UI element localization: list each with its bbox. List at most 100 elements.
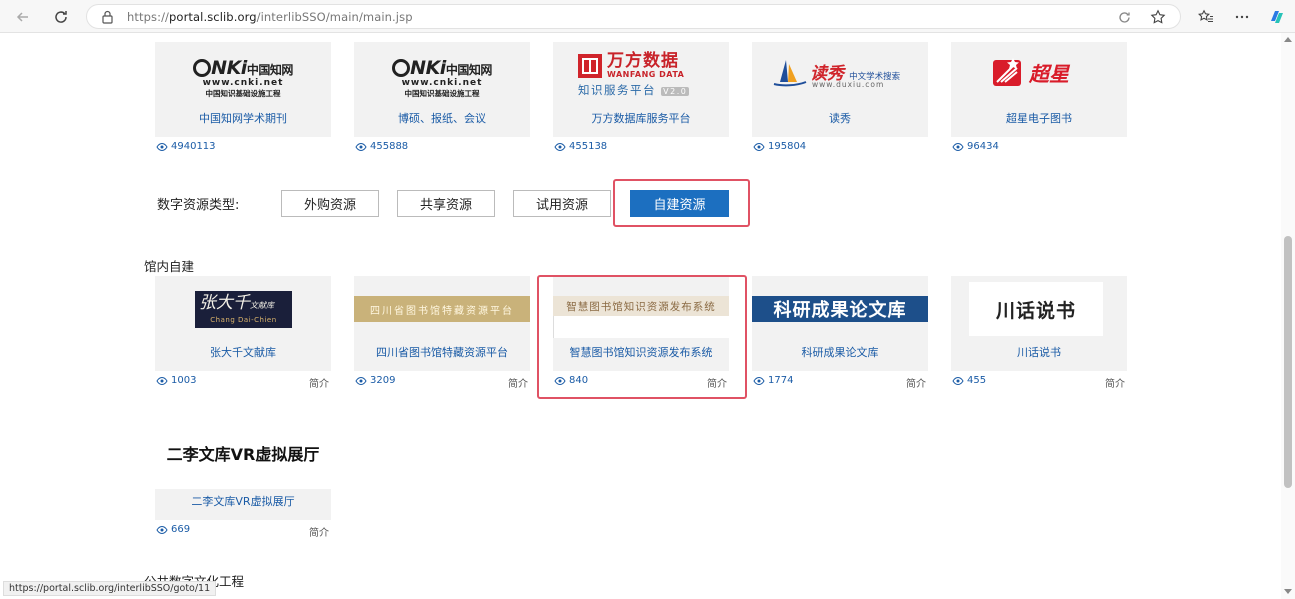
resource-title[interactable]: 川话说书 bbox=[951, 344, 1127, 360]
resource-title[interactable]: 读秀 bbox=[752, 110, 928, 126]
read-aloud-icon[interactable] bbox=[1117, 10, 1132, 25]
favorite-star-icon[interactable] bbox=[1150, 9, 1166, 25]
resource-title[interactable]: 二李文库VR虚拟展厅 bbox=[155, 493, 331, 509]
resource-meta: 4940113 bbox=[155, 138, 331, 154]
cnki-cn-label: 中国知网 bbox=[246, 63, 294, 77]
resource-title[interactable]: 博硕、报纸、会议 bbox=[354, 110, 530, 126]
wanfang-logo-mark bbox=[578, 53, 602, 78]
resource-card-research-papers[interactable]: 科研成果论文库 科研成果论文库 1774 简介 bbox=[752, 276, 928, 390]
research-papers-logo-text: 科研成果论文库 bbox=[773, 300, 907, 321]
status-bar-url: https://portal.sclib.org/interlibSSO/got… bbox=[3, 581, 217, 596]
duxiu-url-text: www.duxiu.com bbox=[812, 80, 885, 89]
cnki-url-text: www.cnki.net bbox=[401, 78, 483, 88]
resource-card-sichuan-storytelling[interactable]: 川话说书 川话说书 455 简介 bbox=[951, 276, 1127, 390]
resource-card-cnki-journals[interactable]: NKi中国知网 www.cnki.net 中国知识基础设施工程 中国知网学术期刊… bbox=[155, 42, 331, 154]
back-icon[interactable] bbox=[12, 6, 34, 28]
resource-title[interactable]: 万方数据库服务平台 bbox=[553, 110, 729, 126]
resource-card-wanfang[interactable]: 万方数据 WANFANG DATA 知识服务平台 V2.0 万方数据库服务平台 … bbox=[553, 42, 729, 154]
view-count: 1774 bbox=[753, 375, 793, 386]
resource-title[interactable]: 科研成果论文库 bbox=[752, 344, 928, 360]
resource-meta: 195804 bbox=[752, 138, 928, 154]
resource-meta: 1003 简介 bbox=[155, 372, 331, 390]
eye-icon bbox=[554, 142, 566, 151]
resource-meta: 455138 bbox=[553, 138, 729, 154]
storytelling-logo: 川话说书 bbox=[969, 282, 1103, 336]
resource-thumbnail[interactable]: 读秀 中文学术搜索 www.duxiu.com 读秀 bbox=[752, 42, 928, 137]
view-count-value: 669 bbox=[171, 524, 191, 535]
resource-thumbnail[interactable]: 张大千文献库 Chang Dai-Chien 张大千文献库 bbox=[155, 276, 331, 371]
intro-link[interactable]: 简介 bbox=[1105, 375, 1125, 390]
reload-icon[interactable] bbox=[50, 6, 72, 28]
address-bar[interactable]: https://portal.sclib.org/interlibSSO/mai… bbox=[86, 4, 1181, 29]
favorites-icon[interactable] bbox=[1195, 6, 1217, 28]
resource-thumbnail[interactable]: NKi中国知网 www.cnki.net 中国知识基础设施工程 中国知网学术期刊 bbox=[155, 42, 331, 137]
resource-thumbnail[interactable]: 二李文库VR虚拟展厅 bbox=[155, 489, 331, 520]
view-count-value: 1003 bbox=[171, 375, 197, 386]
eye-icon bbox=[156, 525, 168, 534]
vertical-scrollbar[interactable] bbox=[1281, 33, 1295, 599]
resource-thumbnail[interactable]: 四川省图书馆特藏资源平台 四川省图书馆特藏资源平台 bbox=[354, 276, 530, 371]
cnki-logo: NKi中国知网 www.cnki.net 中国知识基础设施工程 bbox=[382, 57, 502, 99]
highlight-box-filter bbox=[613, 179, 750, 227]
resource-card-sichuan-special[interactable]: 四川省图书馆特藏资源平台 四川省图书馆特藏资源平台 3209 简介 bbox=[354, 276, 530, 390]
resource-title[interactable]: 中国知网学术期刊 bbox=[155, 110, 331, 126]
resource-type-label: 数字资源类型: bbox=[157, 198, 240, 213]
resource-card-duxiu[interactable]: 读秀 中文学术搜索 www.duxiu.com 读秀 195804 bbox=[752, 42, 928, 154]
page-content: NKi中国知网 www.cnki.net 中国知识基础设施工程 中国知网学术期刊… bbox=[0, 33, 1281, 599]
filter-shared-button[interactable]: 共享资源 bbox=[397, 190, 495, 217]
intro-link[interactable]: 简介 bbox=[309, 524, 329, 539]
resource-card-vr-hall[interactable]: 二李文库VR虚拟展厅 669 简介 bbox=[155, 489, 331, 539]
lock-icon[interactable] bbox=[101, 10, 114, 24]
view-count: 455888 bbox=[355, 141, 408, 152]
resource-card-cnki-theses[interactable]: NKi中国知网 www.cnki.net 中国知识基础设施工程 博硕、报纸、会议… bbox=[354, 42, 530, 154]
more-options-icon[interactable] bbox=[1231, 6, 1253, 28]
cnki-url-text: www.cnki.net bbox=[202, 78, 284, 88]
filter-purchased-button[interactable]: 外购资源 bbox=[281, 190, 379, 217]
eye-icon bbox=[753, 376, 765, 385]
sichuan-special-logo-text: 四川省图书馆特藏资源平台 bbox=[370, 305, 514, 317]
resource-card-zhangdaqian[interactable]: 张大千文献库 Chang Dai-Chien 张大千文献库 1003 简介 bbox=[155, 276, 331, 390]
zhangdaqian-logo-small: 文献库 bbox=[250, 301, 274, 310]
intro-link[interactable]: 简介 bbox=[309, 375, 329, 390]
resource-meta: 3209 简介 bbox=[354, 372, 530, 390]
zhangdaqian-logo-en: Chang Dai-Chien bbox=[210, 316, 277, 324]
resource-thumbnail[interactable]: 超星 超星电子图书 bbox=[951, 42, 1127, 137]
copilot-icon[interactable] bbox=[1266, 6, 1288, 28]
filter-trial-button[interactable]: 试用资源 bbox=[513, 190, 611, 217]
wanfang-logo: 万方数据 WANFANG DATA 知识服务平台 V2.0 bbox=[578, 51, 690, 98]
cnki-slogan-text: 中国知识基础设施工程 bbox=[205, 89, 281, 98]
scroll-up-icon[interactable] bbox=[1284, 37, 1292, 42]
resource-thumbnail[interactable]: 万方数据 WANFANG DATA 知识服务平台 V2.0 万方数据库服务平台 bbox=[553, 42, 729, 137]
resource-title[interactable]: 四川省图书馆特藏资源平台 bbox=[354, 344, 530, 360]
view-count-value: 96434 bbox=[967, 141, 999, 152]
vr-hall-logo-text[interactable]: 二李文库VR虚拟展厅 bbox=[155, 441, 331, 465]
scrollbar-thumb[interactable] bbox=[1284, 236, 1292, 488]
sichuan-special-logo: 四川省图书馆特藏资源平台 bbox=[354, 296, 530, 322]
chaoxing-logo: 超星 bbox=[991, 56, 1069, 88]
eye-icon bbox=[156, 376, 168, 385]
view-count-value: 455888 bbox=[370, 141, 409, 152]
eye-icon bbox=[355, 376, 367, 385]
eye-icon bbox=[355, 142, 367, 151]
eye-icon bbox=[952, 142, 964, 151]
resource-thumbnail[interactable]: NKi中国知网 www.cnki.net 中国知识基础设施工程 博硕、报纸、会议 bbox=[354, 42, 530, 137]
view-count-value: 455138 bbox=[569, 141, 608, 152]
duxiu-sail-icon bbox=[773, 60, 807, 87]
scroll-down-icon[interactable] bbox=[1284, 589, 1292, 594]
chaoxing-logo-text: 超星 bbox=[1029, 61, 1069, 86]
resource-title[interactable]: 超星电子图书 bbox=[951, 110, 1127, 126]
intro-link[interactable]: 简介 bbox=[508, 375, 528, 390]
resource-title[interactable]: 张大千文献库 bbox=[155, 344, 331, 360]
resource-thumbnail[interactable]: 川话说书 川话说书 bbox=[951, 276, 1127, 371]
resource-meta: 455888 bbox=[354, 138, 530, 154]
research-papers-logo: 科研成果论文库 bbox=[752, 296, 928, 322]
resource-meta: 1774 简介 bbox=[752, 372, 928, 390]
resource-thumbnail[interactable]: 科研成果论文库 科研成果论文库 bbox=[752, 276, 928, 371]
resource-card-chaoxing[interactable]: 超星 超星电子图书 96434 bbox=[951, 42, 1127, 154]
intro-link[interactable]: 简介 bbox=[906, 375, 926, 390]
cnki-slogan-text: 中国知识基础设施工程 bbox=[404, 89, 480, 98]
highlight-box-smart-library bbox=[537, 275, 747, 399]
wanfang-logo-text: 万方数据 bbox=[607, 51, 679, 71]
view-count-value: 3209 bbox=[370, 375, 396, 386]
wanfang-service-text: 知识服务平台 bbox=[578, 83, 656, 97]
